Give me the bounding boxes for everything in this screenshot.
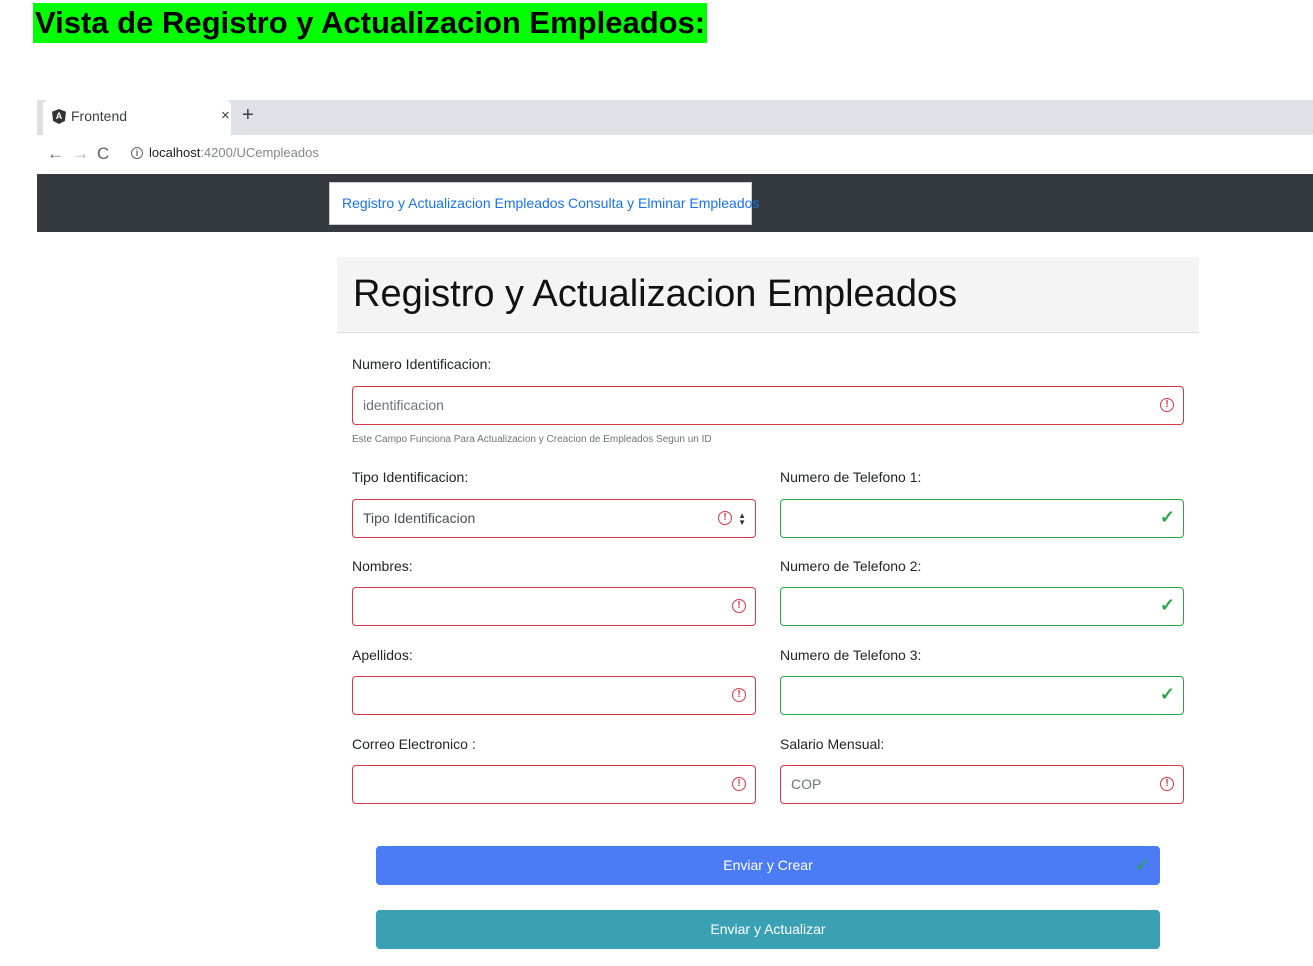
new-tab-button[interactable]: + [242, 104, 254, 127]
enviar-crear-button[interactable]: Enviar y Crear ✓ [376, 846, 1160, 885]
label-numero-identificacion: Numero Identificacion: [352, 356, 492, 372]
label-telefono-2: Numero de Telefono 2: [780, 558, 922, 574]
check-icon: ✓ [1159, 595, 1175, 615]
identificacion-placeholder: identificacion [363, 397, 444, 413]
enviar-actualizar-label: Enviar y Actualizar [710, 921, 826, 937]
label-salario: Salario Mensual: [780, 736, 885, 752]
nombres-input[interactable]: ! [352, 587, 756, 626]
telefono-1-input[interactable]: ✓ [780, 499, 1184, 538]
error-icon: ! [732, 777, 746, 791]
label-nombres: Nombres: [352, 558, 413, 574]
correo-input[interactable]: ! [352, 765, 756, 804]
enviar-actualizar-button[interactable]: Enviar y Actualizar [376, 910, 1160, 949]
browser-window: A Frontend × + ← → C i localhost:4200/UC… [37, 100, 1313, 966]
label-telefono-3: Numero de Telefono 3: [780, 647, 922, 663]
url-field[interactable]: localhost:4200/UCempleados [149, 145, 319, 160]
angular-icon: A [52, 109, 66, 124]
label-telefono-1: Numero de Telefono 1: [780, 469, 922, 485]
browser-tab[interactable]: A Frontend × [43, 100, 231, 135]
nav-link-registro[interactable]: Registro y Actualizacion Empleados [342, 195, 565, 211]
apellidos-input[interactable]: ! [352, 676, 756, 715]
app-navbar: Registro y Actualizacion Empleados Consu… [37, 174, 1313, 232]
back-arrow-icon[interactable]: ← [47, 144, 64, 164]
reload-icon[interactable]: C [97, 144, 109, 164]
tipo-identificacion-selected: Tipo Identificacion [363, 510, 476, 526]
nav-links-box: Registro y Actualizacion Empleados Consu… [329, 182, 759, 225]
tab-strip: A Frontend × + [37, 100, 1313, 135]
page-header: Registro y Actualizacion Empleados [337, 257, 1199, 333]
page-title: Registro y Actualizacion Empleados [353, 273, 958, 315]
forward-arrow-icon[interactable]: → [72, 144, 89, 164]
error-icon: ! [732, 688, 746, 702]
enviar-crear-label: Enviar y Crear [723, 857, 813, 873]
document-heading: Vista de Registro y Actualizacion Emplea… [33, 3, 708, 43]
address-bar: ← → C i localhost:4200/UCempleados [37, 135, 1313, 174]
label-correo: Correo Electronico : [352, 736, 476, 752]
url-host: localhost [149, 145, 201, 160]
close-icon[interactable]: × [221, 107, 230, 124]
error-icon: ! [718, 511, 732, 525]
label-tipo-identificacion: Tipo Identificacion: [352, 469, 469, 485]
salario-input[interactable]: COP ! [780, 765, 1184, 804]
telefono-3-input[interactable]: ✓ [780, 676, 1184, 715]
info-icon[interactable]: i [131, 147, 143, 159]
telefono-2-input[interactable]: ✓ [780, 587, 1184, 626]
nav-link-consulta[interactable]: Consulta y Elminar Empleados [568, 195, 759, 211]
tipo-identificacion-select[interactable]: Tipo Identificacion ! ▲ ▼ [352, 499, 756, 538]
check-icon: ✓ [1159, 684, 1175, 704]
check-icon: ✓ [1159, 507, 1175, 527]
salario-placeholder: COP [791, 776, 822, 792]
url-path: :4200/UCempleados [200, 145, 319, 160]
error-icon: ! [732, 599, 746, 613]
error-icon: ! [1160, 777, 1174, 791]
tab-title: Frontend [71, 108, 128, 124]
identificacion-input[interactable]: identificacion ! [352, 386, 1184, 425]
identificacion-help-text: Este Campo Funciona Para Actualizacion y… [352, 434, 712, 445]
check-icon: ✓ [1134, 855, 1150, 875]
label-apellidos: Apellidos: [352, 647, 413, 663]
error-icon: ! [1160, 398, 1174, 412]
select-caret-icon: ▲ ▼ [738, 511, 746, 527]
